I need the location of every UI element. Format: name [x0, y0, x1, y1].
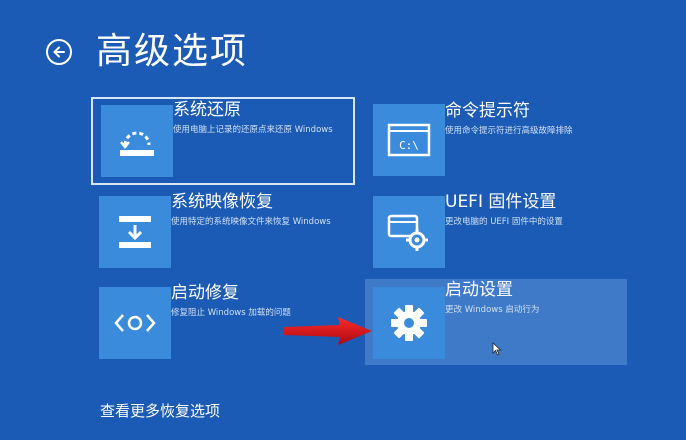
system-restore-icon: [120, 131, 154, 156]
option-title: 命令提示符: [445, 101, 530, 121]
option-description: 使用电脑上记录的还原点来还原 Windows: [173, 125, 333, 135]
back-arrow-icon: [53, 46, 65, 58]
option-description: 使用特定的系统映像文件来恢复 Windows: [171, 217, 331, 227]
option-title: 系统映像恢复: [171, 192, 273, 212]
mouse-pointer-icon: [492, 342, 502, 356]
system-image-icon-tile: [99, 196, 171, 268]
uefi-firmware-icon-tile: [373, 196, 445, 268]
gear-icon-tile: [373, 287, 445, 359]
option-title: UEFI 固件设置: [445, 192, 557, 212]
option-title: 启动设置: [445, 280, 513, 300]
option-uefi-settings[interactable]: UEFI 固件设置 更改电脑的 UEFI 固件中的设置: [365, 191, 627, 275]
startup-repair-icon-tile: [99, 287, 171, 359]
command-prompt-icon-tile: C:\: [373, 104, 445, 176]
startup-repair-icon: [114, 314, 156, 332]
system-restore-icon-tile: [101, 105, 173, 177]
red-arrow-annotation: [284, 317, 372, 345]
back-button[interactable]: [46, 39, 72, 65]
gear-icon: [391, 305, 427, 341]
uefi-firmware-icon: [387, 214, 428, 251]
option-description: 更改 Windows 启动行为: [445, 305, 540, 315]
option-title: 启动修复: [171, 283, 239, 303]
option-title: 系统还原: [173, 100, 241, 120]
option-system-restore[interactable]: 系统还原 使用电脑上记录的还原点来还原 Windows: [91, 97, 355, 185]
command-prompt-icon: C:\: [387, 123, 431, 157]
page-title: 高级选项: [96, 31, 249, 72]
option-description: 更改电脑的 UEFI 固件中的设置: [445, 217, 563, 227]
option-description: 使用命令提示符进行高级故障排除: [445, 126, 573, 136]
more-recovery-options-link[interactable]: 查看更多恢复选项: [100, 400, 220, 422]
option-command-prompt[interactable]: C:\ 命令提示符 使用命令提示符进行高级故障排除: [365, 100, 627, 184]
svg-text:C:\: C:\: [399, 139, 419, 152]
system-image-icon: [119, 216, 151, 248]
option-system-image-recovery[interactable]: 系统映像恢复 使用特定的系统映像文件来恢复 Windows: [91, 191, 355, 275]
